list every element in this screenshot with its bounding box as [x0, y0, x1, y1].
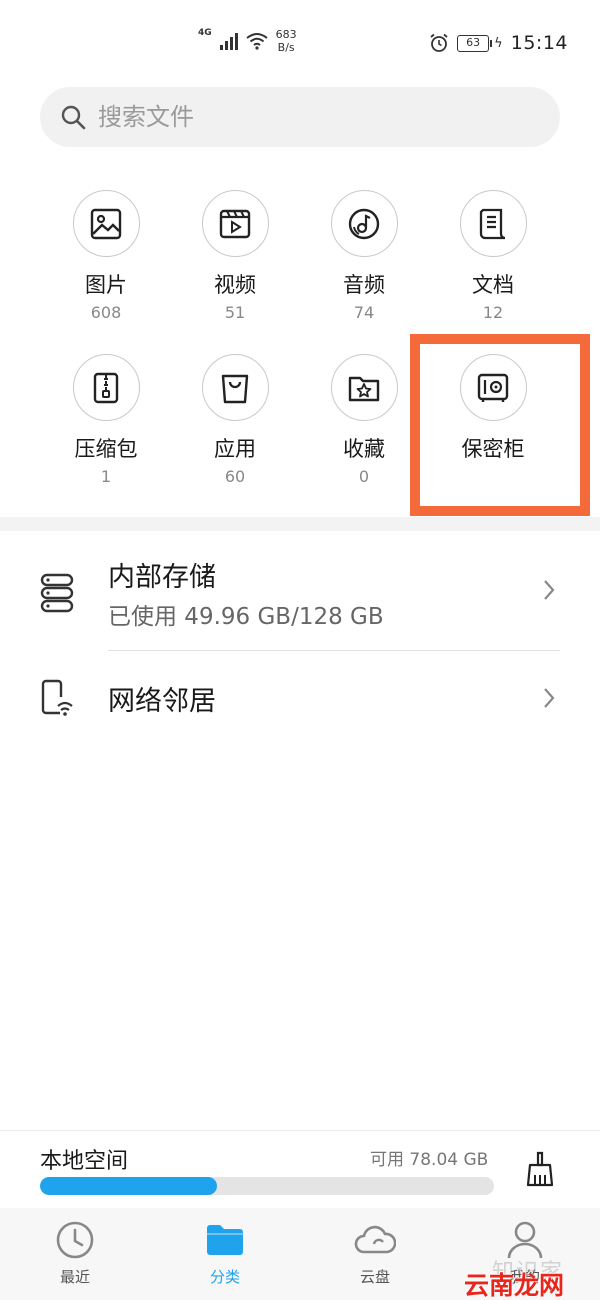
local-space-panel: 本地空间 可用 78.04 GB: [0, 1130, 600, 1208]
storage-icon: [40, 573, 74, 613]
network-type: 4G: [198, 28, 212, 38]
signal-icon: [219, 32, 238, 50]
category-label: 压缩包: [74, 437, 138, 461]
network-speed: 683 B/s: [276, 28, 297, 54]
watermark-text: 云南龙网: [464, 1271, 565, 1300]
tab-categories[interactable]: 分类: [150, 1208, 300, 1300]
category-label: 音频: [343, 273, 385, 297]
storage-progress-fill: [40, 1177, 218, 1195]
category-count: 12: [482, 303, 504, 322]
nav-label: 云盘: [359, 1268, 390, 1286]
category-label: 视频: [214, 273, 256, 297]
internal-storage-usage: 已使用 49.96 GB/128 GB: [108, 604, 384, 630]
highlight-box: [410, 334, 590, 516]
storage-progress-bar: [40, 1177, 494, 1195]
category-apps[interactable]: 应用 60: [170, 354, 300, 486]
video-icon: [201, 190, 269, 257]
status-bar: 4G 683 B/s 63 ϟ 15:14: [0, 0, 600, 86]
clean-button[interactable]: [518, 1147, 562, 1191]
nav-label: 最近: [59, 1268, 90, 1286]
status-time: 15:14: [510, 32, 568, 54]
category-label: 文档: [472, 273, 514, 297]
battery-level: 63: [457, 34, 490, 52]
network-speed-unit: B/s: [277, 41, 295, 54]
category-videos[interactable]: 视频 51: [170, 190, 300, 322]
network-neighborhood-row[interactable]: 网络邻居: [0, 651, 600, 747]
search-input[interactable]: [98, 103, 518, 131]
category-count: 60: [224, 467, 246, 486]
local-space-title: 本地空间: [40, 1149, 129, 1174]
folder-icon: [150, 1220, 300, 1260]
internal-storage-title: 内部存储: [108, 562, 216, 593]
category-images[interactable]: 图片 608: [41, 190, 171, 322]
chevron-right-icon: [542, 579, 556, 601]
category-archives[interactable]: 压缩包 1: [41, 354, 171, 486]
charging-icon: ϟ: [494, 35, 503, 51]
category-count: 51: [224, 303, 246, 322]
internal-storage-row[interactable]: 内部存储 已使用 49.96 GB/128 GB: [0, 531, 600, 651]
category-label: 应用: [214, 437, 256, 461]
category-count: 74: [353, 303, 375, 322]
tab-cloud[interactable]: 云盘: [300, 1208, 450, 1300]
search-icon: [60, 104, 86, 130]
network-speed-value: 683: [275, 28, 297, 41]
network-neighborhood-title: 网络邻居: [108, 686, 216, 717]
alarm-icon: [429, 33, 449, 53]
category-label: 图片: [85, 273, 127, 297]
document-icon: [459, 190, 527, 257]
category-count: 608: [90, 303, 122, 322]
battery-icon: 63 ϟ: [457, 34, 503, 52]
music-disc-icon: [330, 190, 398, 257]
clock-icon: [0, 1220, 150, 1260]
tab-recent[interactable]: 最近: [0, 1208, 150, 1300]
status-network: 4G 683 B/s: [198, 28, 297, 54]
chevron-right-icon: [542, 687, 556, 709]
network-device-icon: [40, 679, 74, 719]
category-audio[interactable]: 音频 74: [299, 190, 429, 322]
watermark: 知识家 云南龙网: [460, 1250, 600, 1300]
broom-icon: [526, 1151, 554, 1187]
section-divider: [0, 517, 600, 531]
wifi-icon: [246, 32, 268, 50]
image-icon: [72, 190, 140, 257]
zip-icon: [72, 354, 140, 421]
nav-label: 分类: [209, 1268, 240, 1286]
local-space-free: 可用 78.04 GB: [370, 1150, 489, 1170]
category-count: 1: [100, 467, 112, 486]
favorite-folder-icon: [330, 354, 398, 421]
status-right: 63 ϟ 15:14: [429, 32, 568, 54]
cloud-icon: [300, 1220, 450, 1260]
category-documents[interactable]: 文档 12: [428, 190, 558, 322]
search-bar[interactable]: [40, 87, 560, 147]
shopping-bag-icon: [201, 354, 269, 421]
